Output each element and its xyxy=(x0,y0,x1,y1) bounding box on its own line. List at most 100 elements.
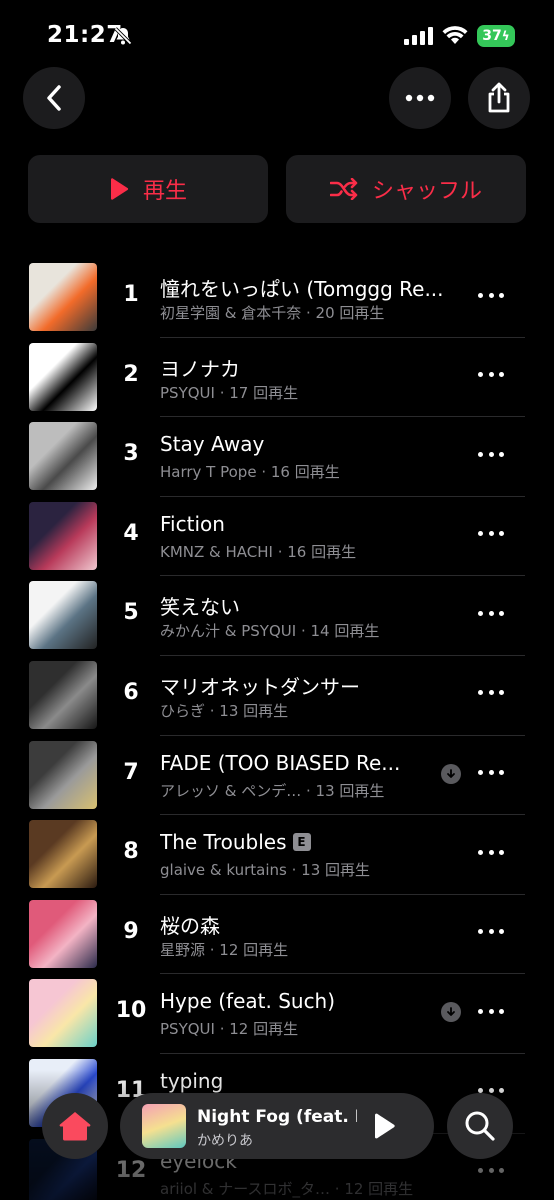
search-icon xyxy=(465,1111,495,1141)
track-more-icon[interactable] xyxy=(478,683,504,703)
share-icon xyxy=(488,82,510,113)
track-title: Fiction xyxy=(160,512,225,536)
track-more-icon[interactable] xyxy=(478,365,504,385)
track-row[interactable]: 3 Stay Away Harry T Pope · 16 回再生 xyxy=(0,417,554,497)
battery-level: 37 xyxy=(482,28,502,44)
more-options-button[interactable] xyxy=(389,67,451,129)
downloaded-icon xyxy=(441,1002,461,1023)
track-artwork xyxy=(29,899,97,968)
track-row[interactable]: 9 桜の森星野源 · 12 回再生 xyxy=(0,895,554,975)
track-subtitle: KMNZ & HACHI · 16 回再生 xyxy=(160,542,357,561)
track-more-icon[interactable] xyxy=(478,842,504,862)
track-row[interactable]: 1 憧れをいっぱい (Tomggg Re... 初星学園 & 倉本千奈 · 20 回… xyxy=(0,258,554,338)
track-rank: 2 xyxy=(123,361,139,387)
track-row[interactable]: 4 Fiction KMNZ & HACHI · 16 回再生 xyxy=(0,497,554,577)
track-artwork xyxy=(29,581,97,650)
track-subtitle: 星野源 · 12 回再生 xyxy=(160,940,289,959)
track-more-icon[interactable] xyxy=(478,444,504,464)
track-list: 1 憧れをいっぱい (Tomggg Re... 初星学園 & 倉本千奈 · 20 回… xyxy=(0,258,554,1200)
track-rank: 8 xyxy=(123,839,139,865)
track-row[interactable]: 7 FADE (TOO BIASED Re... アレッソ & ペンデ… · 13 … xyxy=(0,736,554,816)
track-subtitle: ひらぎ · 13 回再生 xyxy=(160,701,289,720)
play-label: 再生 xyxy=(142,179,187,204)
track-artwork xyxy=(29,263,97,331)
home-icon xyxy=(59,1112,91,1141)
track-title: マリオネットダンサー xyxy=(160,671,360,700)
track-rank: 10 xyxy=(115,998,147,1024)
track-rank: 7 xyxy=(123,759,139,785)
track-title-text: Hype (feat. Such) xyxy=(160,989,336,1014)
play-icon xyxy=(110,178,129,200)
track-subtitle: アレッソ & ペンデ… · 13 回再生 xyxy=(160,781,385,800)
track-subtitle: glaive & kurtains · 13 回再生 xyxy=(160,861,371,880)
track-title: 憧れをいっぱい (Tomggg Re... xyxy=(160,273,444,302)
track-row[interactable]: 5 笑えないみかん汁 & PSYQUI · 14 回再生 xyxy=(0,576,554,656)
track-artwork xyxy=(29,342,97,411)
track-title-text: Stay Away xyxy=(160,432,265,457)
home-button[interactable] xyxy=(42,1093,108,1159)
track-more-icon[interactable] xyxy=(478,603,504,623)
cellular-signal-icon xyxy=(404,27,433,45)
shuffle-button[interactable]: シャッフル xyxy=(286,155,526,223)
track-rank: 1 xyxy=(123,282,139,307)
play-button[interactable]: 再生 xyxy=(28,155,268,223)
track-artwork xyxy=(29,979,97,1048)
track-title-text: 笑えない xyxy=(160,595,240,620)
track-row[interactable]: 2 ヨノナカ PSYQUI · 17 回再生 xyxy=(0,338,554,418)
track-title-text: 桜の森 xyxy=(160,913,220,938)
search-button[interactable] xyxy=(447,1093,513,1159)
track-artwork xyxy=(29,820,97,889)
battery-charging-icon: 37ϟ xyxy=(477,25,515,47)
track-title-text: マリオネットダンサー xyxy=(160,674,360,699)
now-playing-title: Night Fog (feat. Lu xyxy=(197,1107,357,1127)
wifi-icon xyxy=(442,26,468,44)
track-more-icon[interactable] xyxy=(478,763,504,783)
now-playing-artist: かめりあ xyxy=(197,1133,253,1149)
track-artwork xyxy=(29,740,97,809)
track-more-icon[interactable] xyxy=(478,285,504,305)
track-row[interactable]: 6 マリオネットダンサーひらぎ · 13 回再生 xyxy=(0,656,554,736)
ellipsis-icon xyxy=(405,94,435,102)
track-rank: 4 xyxy=(123,520,139,546)
track-title-text: ヨノナカ xyxy=(160,356,240,381)
track-title: FADE (TOO BIASED Re... xyxy=(160,751,400,775)
track-title: 笑えない xyxy=(160,591,240,620)
track-title: 桜の森 xyxy=(160,910,220,939)
mini-play-icon[interactable] xyxy=(372,1113,396,1139)
mini-player[interactable]: Night Fog (feat. Lu かめりあ xyxy=(120,1093,434,1159)
now-playing-artwork xyxy=(142,1104,186,1148)
track-title-text: FADE (TOO BIASED Re... xyxy=(160,750,401,775)
track-more-icon[interactable] xyxy=(478,1001,504,1021)
track-row[interactable]: 10 Hype (feat. Such) PSYQUI · 12 回再生 xyxy=(0,974,554,1054)
track-row[interactable]: 8 The Troubles Eglaive & kurtains · 13 回再生 xyxy=(0,815,554,895)
track-rank: 5 xyxy=(123,600,139,626)
chevron-left-icon xyxy=(47,85,61,111)
shuffle-icon xyxy=(329,178,358,200)
track-title: Stay Away xyxy=(160,432,264,456)
track-rank: 6 xyxy=(123,679,139,705)
bell-slash-icon xyxy=(114,27,132,45)
track-title: Hype (feat. Such) xyxy=(160,989,335,1013)
explicit-badge: E xyxy=(292,833,311,852)
track-subtitle: Harry T Pope · 16 回再生 xyxy=(160,463,340,482)
track-subtitle: 初星学園 & 倉本千奈 · 20 回再生 xyxy=(160,304,385,322)
back-button[interactable] xyxy=(23,67,85,129)
status-time: 21:27 xyxy=(47,22,123,48)
track-rank: 3 xyxy=(123,441,139,467)
share-button[interactable] xyxy=(468,67,530,129)
shuffle-label: シャッフル xyxy=(371,179,482,204)
track-subtitle: PSYQUI · 12 回再生 xyxy=(160,1020,299,1039)
track-subtitle: PSYQUI · 17 回再生 xyxy=(160,383,299,402)
track-artwork xyxy=(29,422,97,491)
downloaded-icon xyxy=(441,763,461,784)
track-title-text: The Troubles xyxy=(160,830,287,855)
track-rank: 9 xyxy=(123,918,139,944)
track-subtitle: みかん汁 & PSYQUI · 14 回再生 xyxy=(160,622,380,641)
track-more-icon[interactable] xyxy=(478,524,504,544)
track-artwork xyxy=(29,660,97,729)
track-title: ヨノナカ xyxy=(160,353,240,382)
track-title: The Troubles E xyxy=(160,830,311,854)
track-artwork xyxy=(29,501,97,570)
track-title-text: 憧れをいっぱい (Tomggg Re... xyxy=(160,277,444,301)
track-more-icon[interactable] xyxy=(478,922,504,942)
